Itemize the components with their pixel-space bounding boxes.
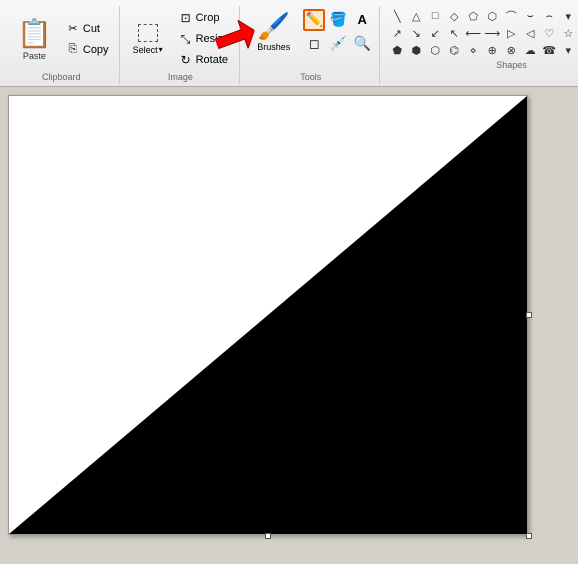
shape-btn-1[interactable]: △ [407,8,425,24]
shape-btn-26[interactable]: ⊗ [502,42,520,58]
select-label: Select [133,45,158,55]
paste-button[interactable]: 📋 Paste [10,14,59,64]
canvas-area [0,87,578,564]
shape-btn-15[interactable]: ⟶ [483,25,501,41]
pencil-button[interactable]: ✏️ [303,9,325,31]
fill-button[interactable]: 🪣 [327,9,349,31]
color-picker-icon: 💉 [330,35,347,52]
tools-group: 🖌️ Brushes ✏️ 🪣 [242,6,380,84]
shape-btn-24[interactable]: ⋄ [464,42,482,58]
shape-btn-20[interactable]: ⬟ [388,42,406,58]
select-button[interactable]: Select ▾ [128,21,168,58]
shape-btn-3[interactable]: ◇ [445,8,463,24]
clipboard-small-buttons: ✂ Cut ⎘ Copy [61,19,113,60]
canvas-wrapper [8,95,528,535]
shape-btn-8[interactable]: ⌢ [540,8,558,24]
text-button[interactable]: A [351,9,373,31]
shape-btn-4[interactable]: ⬠ [464,8,482,24]
crop-label: Crop [196,12,220,24]
text-icon: A [358,12,367,27]
fill-bucket-icon: 🪣 [330,11,347,28]
shape-btn-18[interactable]: ♡ [540,25,558,41]
shape-btn-7[interactable]: ⌣ [521,8,539,24]
resize-button[interactable]: ⤡ Resize [174,29,234,49]
shape-btn-21[interactable]: ⬢ [407,42,425,58]
cut-button[interactable]: ✂ Cut [61,19,113,39]
shape-btn-19[interactable]: ☆ [559,25,577,41]
resize-handle-bottom[interactable] [265,533,271,539]
rotate-icon: ↻ [178,52,194,68]
shapes-group-label: Shapes [496,60,527,70]
crop-button[interactable]: ⊡ Crop [174,8,234,28]
zoom-icon: 🔍 [354,35,371,52]
shape-btn-11[interactable]: ↘ [407,25,425,41]
shapes-group: ╲ △ □ ◇ ⬠ ⬡ ⌒ ⌣ ⌢ ▾ ↗ ↘ ↙ ↖ ⟵ [382,6,578,84]
image-small-buttons: ⊡ Crop ⤡ Resize ↻ Rotate [174,8,234,70]
brushes-label: Brushes [257,42,290,52]
resize-handle-right[interactable] [526,312,532,318]
shape-btn-2[interactable]: □ [426,8,444,24]
shape-btn-0[interactable]: ╲ [388,8,406,24]
shape-btn-13[interactable]: ↖ [445,25,463,41]
shape-btn-9[interactable]: ▾ [559,8,577,24]
copy-label: Copy [83,44,109,56]
shape-btn-12[interactable]: ↙ [426,25,444,41]
eraser-button[interactable]: ◻ [303,33,325,55]
color-picker-button[interactable]: 💉 [327,33,349,55]
canvas-drawing [9,96,527,534]
zoom-button[interactable]: 🔍 [351,33,373,55]
tools-group-label: Tools [300,72,321,82]
brushes-icon: 🖌️ [258,11,290,42]
paste-icon: 📋 [17,17,52,50]
shape-btn-17[interactable]: ◁ [521,25,539,41]
resize-icon: ⤡ [178,31,194,47]
clipboard-group-label: Clipboard [42,72,81,82]
select-dropdown-icon[interactable]: ▾ [159,45,163,54]
eraser-icon: ◻ [309,36,320,52]
resize-label: Resize [196,33,230,45]
shape-btn-27[interactable]: ☁ [521,42,539,58]
shape-btn-6[interactable]: ⌒ [502,8,520,24]
rotate-label: Rotate [196,54,228,66]
shapes-grid: ╲ △ □ ◇ ⬠ ⬡ ⌒ ⌣ ⌢ ▾ ↗ ↘ ↙ ↖ ⟵ [388,8,577,58]
shape-btn-23[interactable]: ⌬ [445,42,463,58]
shape-btn-29[interactable]: ▾ [559,42,577,58]
clipboard-group: 📋 Paste ✂ Cut ⎘ Copy Clipboar [4,6,120,84]
shape-btn-28[interactable]: ☎ [540,42,558,58]
pencil-icon: ✏️ [306,11,323,28]
resize-handle-corner[interactable] [526,533,532,539]
rotate-button[interactable]: ↻ Rotate [174,50,234,70]
shape-btn-22[interactable]: ⬡ [426,42,444,58]
cut-label: Cut [83,23,100,35]
image-group: Select ▾ ⊡ Crop ⤡ Resize [122,6,241,84]
copy-icon: ⎘ [65,42,81,58]
image-group-label: Image [168,72,193,82]
shape-btn-25[interactable]: ⊕ [483,42,501,58]
select-icon [138,24,158,42]
crop-icon: ⊡ [178,10,194,26]
shape-btn-10[interactable]: ↗ [388,25,406,41]
shape-btn-14[interactable]: ⟵ [464,25,482,41]
shape-btn-5[interactable]: ⬡ [483,8,501,24]
cut-icon: ✂ [65,21,81,37]
shape-btn-16[interactable]: ▷ [502,25,520,41]
brushes-button[interactable]: 🖌️ Brushes [248,8,299,55]
copy-button[interactable]: ⎘ Copy [61,40,113,60]
main-canvas[interactable] [8,95,528,535]
ribbon: 📋 Paste ✂ Cut ⎘ Copy Clipboar [0,0,578,87]
paste-label: Paste [23,51,46,61]
